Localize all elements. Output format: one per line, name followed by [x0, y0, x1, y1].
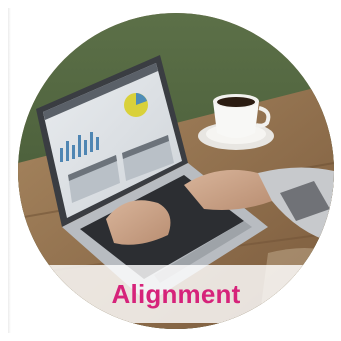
feature-card[interactable]: Alignment	[0, 0, 341, 341]
caption-label: Alignment	[111, 279, 241, 309]
card-edge-shadow	[8, 8, 11, 333]
feature-photo: Alignment	[18, 13, 334, 329]
